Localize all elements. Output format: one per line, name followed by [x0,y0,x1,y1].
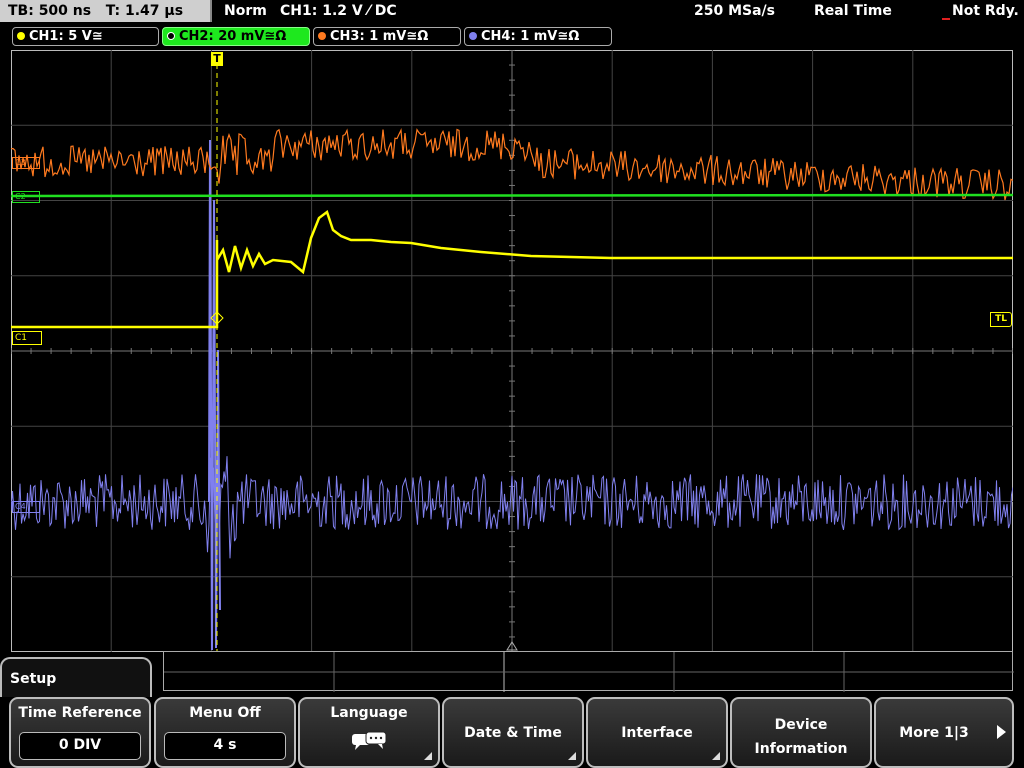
timebase-readout[interactable]: TB: 500 ns T: 1.47 µs [0,0,212,22]
device-information-button[interactable]: Device Information [730,697,872,768]
menu-off-label: Menu Off [189,705,261,721]
menu-off-button[interactable]: Menu Off 4 s [154,697,296,768]
acquisition-state: Not Rdy. [952,3,1019,19]
trigger-level-label: TL [995,314,1007,324]
ch4-ref-label: C4 [15,502,26,511]
trigger-level-marker[interactable]: TL [990,312,1012,327]
language-label: Language [330,705,408,721]
zoom-overview-strip[interactable] [163,651,1014,692]
submenu-indicator-icon [424,752,432,760]
ch2-trace [10,193,1014,198]
menu-title: Setup [0,657,152,697]
ch4-dot-icon [469,32,477,40]
language-button[interactable]: Language [298,697,440,768]
time-reference-value[interactable]: 0 DIV [19,732,141,760]
interface-label: Interface [621,725,693,741]
tab-ch2-label: CH2: 20 mV≅Ω [179,29,287,44]
interface-button[interactable]: Interface [586,697,728,768]
ch1-dot-icon [17,32,25,40]
trigger-marker-label: T [213,52,221,65]
trigger-time-value: T: 1.47 µs [105,3,184,19]
trigger-position-marker[interactable]: T [211,52,223,66]
device-information-label: Device Information [754,717,848,757]
ch1-ref-marker[interactable]: C1 [12,331,42,345]
tab-ch3-label: CH3: 1 mV≅Ω [330,29,429,44]
ch3-ref-label: C3 [15,158,26,167]
waveform-display[interactable] [10,49,1014,653]
tab-ch4[interactable]: CH4: 1 mV≅Ω [464,27,612,46]
ch1-ref-label: C1 [15,333,28,343]
menu-title-label: Setup [10,671,57,687]
ch3-dot-icon [318,32,326,40]
tab-ch1[interactable]: CH1: 5 V≅ [12,27,159,46]
trigger-source[interactable]: CH1: 1.2 V ⁄ DC [280,3,397,19]
acquisition-mode: Real Time [814,3,892,19]
timebase-value: TB: 500 ns [8,3,92,19]
status-bar: TB: 500 ns T: 1.47 µs Norm CH1: 1.2 V ⁄ … [0,0,1024,26]
ch2-dot-icon [167,32,175,40]
tab-ch3[interactable]: CH3: 1 mV≅Ω [313,27,461,46]
sample-rate: 250 MSa/s [694,3,776,19]
arrow-right-icon [997,725,1006,739]
time-reference-button[interactable]: Time Reference 0 DIV [9,697,151,768]
tab-ch1-label: CH1: 5 V≅ [29,29,103,44]
ch4-ref-marker[interactable]: C4 [12,501,40,513]
tab-ch2[interactable]: CH2: 20 mV≅Ω [162,27,310,46]
overview-divisions [164,652,1014,692]
date-time-button[interactable]: Date & Time [442,697,584,768]
time-reference-label: Time Reference [18,705,142,721]
ch3-ref-marker[interactable]: C3 [12,157,40,169]
trigger-mode[interactable]: Norm [224,3,267,19]
more-label: More 1|3 [899,725,969,741]
submenu-indicator-icon [712,752,720,760]
submenu-indicator-icon [568,752,576,760]
ch2-ref-label: C2 [15,192,26,201]
tab-ch4-label: CH4: 1 mV≅Ω [481,29,580,44]
date-time-label: Date & Time [464,725,562,741]
menu-off-value[interactable]: 4 s [164,732,286,760]
waveform-graticule[interactable] [10,49,1014,653]
ch2-ref-marker[interactable]: C2 [12,191,40,203]
more-button[interactable]: More 1|3 [874,697,1014,768]
state-indicator-icon [942,18,950,20]
speech-bubble-icon [352,731,387,750]
